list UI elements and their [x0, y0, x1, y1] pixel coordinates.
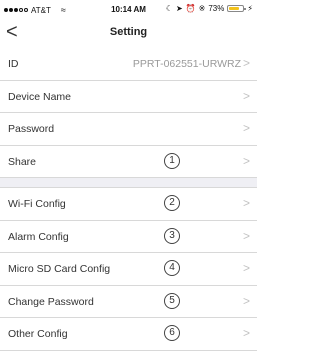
annotation-marker: 1 — [164, 152, 180, 169]
setting-row-share[interactable]: Share 1 > — [0, 146, 257, 178]
nav-bar: < Setting — [0, 18, 257, 48]
setting-row-other-config[interactable]: Other Config 6 > — [0, 318, 257, 351]
page-title: Setting — [109, 26, 148, 38]
chevron-right-icon: > — [242, 261, 250, 275]
chevron-right-icon: > — [242, 326, 250, 340]
setting-label: Micro SD Card Config — [8, 263, 111, 275]
section-separator — [0, 178, 257, 188]
setting-label: Share — [8, 155, 37, 168]
setting-label: Password — [8, 123, 55, 135]
moon-icon: ☾ — [165, 4, 173, 13]
annotation-marker: 3 — [164, 227, 180, 244]
battery-icon — [227, 5, 246, 12]
annotation-marker: 4 — [164, 260, 180, 276]
setting-row-alarm-config[interactable]: Alarm Config 3 > — [0, 221, 257, 253]
bluetooth-icon: ※ — [198, 4, 206, 13]
chevron-right-icon: > — [242, 88, 250, 103]
chevron-right-icon: > — [242, 228, 250, 243]
status-bar: AT&T ≈ 10:14 AM ☾ ➤ ⏰ ※ 73% ⚡ — [0, 0, 257, 18]
chevron-right-icon: > — [242, 153, 250, 168]
settings-list: ID PPRT-062551-URWRZ > Device Name > Pas… — [0, 48, 257, 351]
setting-row-device-name[interactable]: Device Name > — [0, 81, 257, 113]
setting-label: Wi-Fi Config — [8, 198, 66, 210]
setting-row-micro-sd-config[interactable]: Micro SD Card Config 4 > — [0, 253, 257, 286]
chevron-right-icon: > — [242, 121, 250, 135]
alarm-icon: ⏰ — [185, 4, 196, 13]
setting-row-wifi-config[interactable]: Wi-Fi Config 2 > — [0, 188, 257, 221]
chevron-right-icon: > — [242, 293, 250, 308]
device-id-value: PPRT-062551-URWRZ — [132, 58, 241, 70]
setting-label: Alarm Config — [8, 230, 69, 243]
setting-label: Change Password — [8, 295, 94, 308]
chevron-right-icon: > — [242, 56, 250, 70]
setting-label: ID — [8, 58, 19, 70]
annotation-marker: 5 — [164, 292, 180, 309]
battery-percent: 73% — [208, 4, 225, 13]
setting-row-password[interactable]: Password > — [0, 113, 257, 146]
setting-row-change-password[interactable]: Change Password 5 > — [0, 286, 257, 318]
setting-label: Device Name — [8, 90, 72, 103]
setting-label: Other Config — [8, 328, 68, 340]
location-icon: ➤ — [175, 4, 183, 13]
charging-icon: ⚡ — [247, 4, 253, 13]
annotation-marker: 2 — [164, 195, 180, 211]
annotation-marker: 6 — [164, 325, 180, 341]
chevron-right-icon: > — [242, 196, 250, 210]
setting-row-id[interactable]: ID PPRT-062551-URWRZ > — [0, 48, 257, 81]
status-right: ☾ ➤ ⏰ ※ 73% ⚡ — [166, 4, 253, 13]
